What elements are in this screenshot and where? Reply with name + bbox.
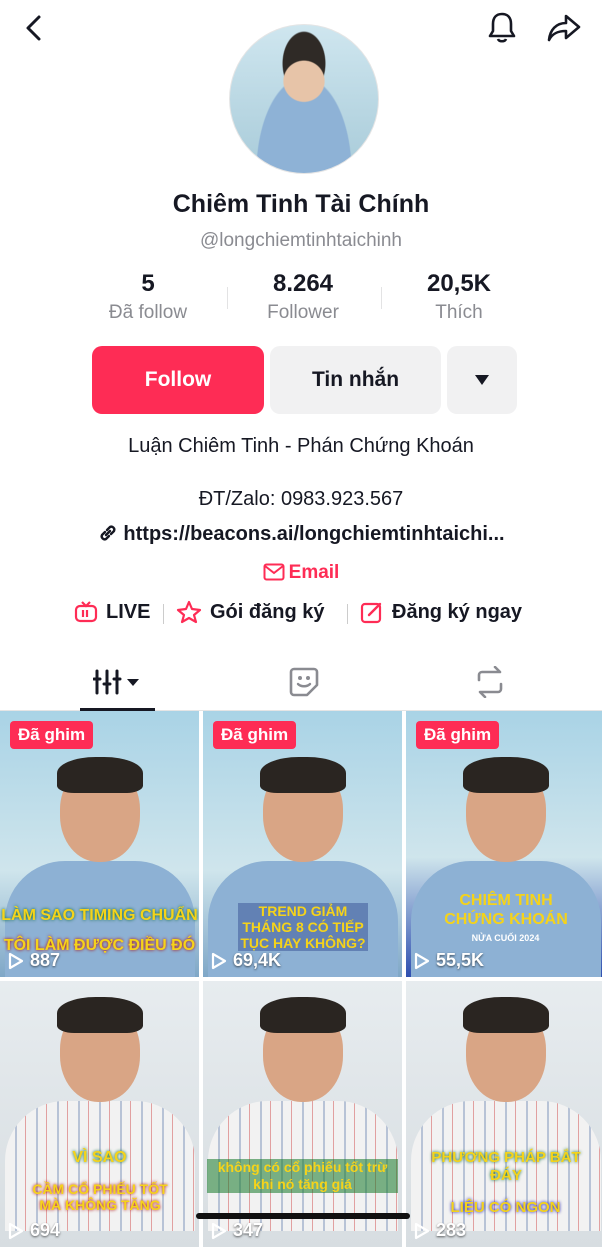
video-caption: CẦM CỔ PHIẾU TỐT MÀ KHÔNG TĂNG — [32, 1181, 168, 1213]
follow-button[interactable]: Follow — [92, 346, 264, 414]
subscription-link[interactable]: Gói đăng ký — [176, 600, 324, 624]
view-count-text: 283 — [436, 1220, 467, 1240]
content-tabs — [0, 654, 602, 711]
email-label: Email — [288, 562, 340, 583]
view-count-text: 694 — [30, 1220, 61, 1240]
profile-handle: @longchiemtinhtaichinh — [199, 230, 402, 251]
stat-likes[interactable]: 20,5K Thích — [384, 270, 534, 324]
play-icon — [211, 1222, 227, 1239]
video-caption: CHIÊM TINH CHỨNG KHOÁN — [444, 892, 568, 928]
tab-videos[interactable] — [18, 654, 218, 710]
view-count: 694 — [8, 1220, 60, 1241]
play-icon — [8, 1222, 24, 1239]
play-icon — [414, 1222, 430, 1239]
share-icon[interactable] — [544, 8, 584, 48]
stat-divider — [381, 287, 382, 309]
subscription-icon — [176, 600, 202, 624]
view-count-text: 347 — [233, 1220, 264, 1240]
email-link[interactable]: Email — [0, 562, 602, 584]
play-icon — [211, 952, 227, 969]
video-thumbnail[interactable]: không có cổ phiếu tốt trừ khi nó tăng gi… — [203, 981, 402, 1247]
video-thumbnail[interactable]: Đã ghim LÀM SAO TIMING CHUẨN TÔI LÀM ĐƯỢ… — [0, 711, 199, 977]
mail-icon — [263, 563, 285, 581]
back-icon[interactable] — [14, 8, 54, 48]
video-caption: không có cổ phiếu tốt trừ khi nó tăng gi… — [207, 1159, 398, 1193]
message-button[interactable]: Tin nhắn — [270, 346, 441, 414]
stat-value: 20,5K — [426, 270, 492, 297]
view-count: 347 — [211, 1220, 263, 1241]
video-caption: LÀM SAO TIMING CHUẨN — [1, 907, 198, 924]
video-caption: TREND GIẢM THÁNG 8 CÓ TIẾP TỤC HAY KHÔNG… — [238, 903, 368, 951]
view-count: 69,4K — [211, 950, 281, 971]
live-tv-icon — [74, 601, 98, 623]
video-thumbnail[interactable]: PHƯƠNG PHÁP BẮT ĐÁY LIỆU CÓ NGON 283 — [406, 981, 602, 1247]
play-icon — [414, 952, 430, 969]
play-icon — [8, 952, 24, 969]
sticker-icon — [289, 667, 319, 697]
stat-following[interactable]: 5 Đã follow — [73, 270, 223, 324]
avatar[interactable] — [229, 24, 379, 174]
bio-line: Luận Chiêm Tinh - Phán Chứng Khoán — [128, 435, 474, 457]
view-count-text: 69,4K — [233, 950, 282, 970]
register-link[interactable]: Đăng ký ngay — [360, 600, 522, 624]
video-caption: VÌ SAO — [72, 1149, 127, 1166]
video-caption: LIỆU CÓ NGON — [450, 1199, 561, 1216]
link-text: https://beacons.ai/longchiemtinhtaichi..… — [123, 523, 505, 545]
live-link[interactable]: LIVE — [74, 600, 150, 624]
dropdown-triangle-icon — [475, 375, 489, 385]
stat-value: 8.264 — [272, 270, 334, 297]
pinned-badge: Đã ghim — [416, 721, 500, 749]
view-count: 887 — [8, 950, 60, 971]
video-caption: PHƯƠNG PHÁP BẮT ĐÁY — [431, 1149, 581, 1184]
grid-icon — [93, 669, 139, 695]
stat-value: 5 — [141, 270, 155, 297]
video-thumbnail[interactable]: VÌ SAO CẦM CỔ PHIẾU TỐT MÀ KHÔNG TĂNG 69… — [0, 981, 199, 1247]
stat-label: Thích — [435, 302, 483, 323]
repost-icon — [477, 666, 503, 698]
feature-separator — [163, 604, 164, 624]
stat-followers[interactable]: 8.264 Follower — [228, 270, 378, 324]
view-count: 55,5K — [414, 950, 484, 971]
live-label: LIVE — [106, 600, 151, 623]
feature-separator — [347, 604, 348, 624]
video-thumbnail[interactable]: Đã ghim TREND GIẢM THÁNG 8 CÓ TIẾP TỤC H… — [203, 711, 402, 977]
stat-label: Đã follow — [108, 302, 188, 323]
register-label: Đăng ký ngay — [392, 600, 523, 623]
bell-icon[interactable] — [482, 8, 522, 48]
home-indicator[interactable] — [196, 1213, 410, 1219]
stat-label: Follower — [267, 302, 339, 323]
view-count-text: 887 — [30, 950, 61, 970]
edit-icon — [360, 602, 382, 624]
pinned-badge: Đã ghim — [10, 721, 94, 749]
profile-name: Chiêm Tinh Tài Chính — [172, 190, 430, 218]
profile-link[interactable]: https://beacons.ai/longchiemtinhtaichi..… — [0, 522, 602, 546]
bio-line: ĐT/Zalo: 0983.923.567 — [198, 488, 404, 510]
pinned-badge: Đã ghim — [213, 721, 297, 749]
tab-stickers[interactable] — [204, 654, 404, 710]
view-count-text: 55,5K — [436, 950, 485, 970]
view-count: 283 — [414, 1220, 466, 1241]
tab-reposts[interactable] — [390, 654, 590, 710]
link-icon — [100, 525, 116, 541]
video-thumbnail[interactable]: Đã ghim CHIÊM TINH CHỨNG KHOÁN NỬA CUỐI … — [406, 711, 602, 977]
subscription-label: Gói đăng ký — [210, 600, 325, 623]
video-caption: NỬA CUỐI 2024 — [471, 933, 540, 943]
more-options-button[interactable] — [447, 346, 517, 414]
